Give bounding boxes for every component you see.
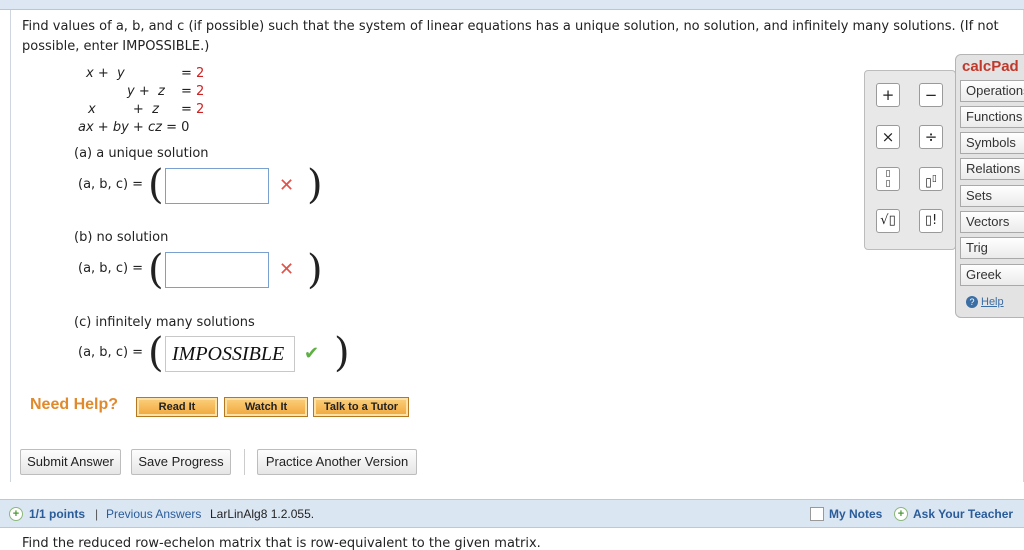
incorrect-x-icon: ✕ [279,175,295,196]
part-c-tuple-label: (a, b, c) = [78,345,144,360]
equation-4: ax + by + cz = 0 [78,120,190,135]
expand-plus-icon[interactable]: + [9,507,23,521]
submit-answer-button[interactable]: Submit Answer [20,449,121,475]
calcpad-tab-trig[interactable]: Trig [960,237,1024,259]
part-b-answer-input[interactable] [165,252,269,288]
read-it-button[interactable]: Read It [136,397,218,417]
incorrect-x-icon: ✕ [279,259,295,280]
correct-check-icon: ✔ [304,343,320,364]
part-c-open-paren: ( [148,330,164,376]
next-question-prompt: Find the reduced row-echelon matrix that… [22,536,541,550]
equation-1-rhs: = 2 [181,66,205,81]
sqrt-icon[interactable]: √▯ [876,209,900,233]
calcpad-help-label: Help [981,296,1004,308]
button-separator [244,449,245,475]
times-icon[interactable]: × [876,125,900,149]
question-prompt: Find values of a, b, and c (if possible)… [22,19,999,54]
part-a-close-paren: ) [307,162,323,208]
calcpad-tab-symbols[interactable]: Symbols [960,132,1024,154]
equation-2-rhs: = 2 [181,84,205,99]
calcpad-button-grid: + − × ÷ ▯ ▯ ▯▯ √▯ ▯! [864,70,956,250]
part-c-close-paren: ) [334,330,350,376]
calcpad-help-link[interactable]: ? Help [966,296,1004,308]
exponent-icon[interactable]: ▯▯ [919,167,943,191]
calcpad-tab-sets[interactable]: Sets [960,185,1024,207]
previous-answers-link[interactable]: Previous Answers [106,507,201,521]
next-question-bar: + 1/1 points | Previous Answers LarLinAl… [0,499,1024,528]
talk-to-tutor-button[interactable]: Talk to a Tutor [313,397,409,417]
part-b-tuple-label: (a, b, c) = [78,261,144,276]
watch-it-button[interactable]: Watch It [224,397,308,417]
notes-icon [810,507,824,521]
question-code: LarLinAlg8 1.2.055. [210,507,315,521]
part-c-label: (c) infinitely many solutions [74,315,255,330]
equation-2: y + z [127,84,165,99]
part-b-close-paren: ) [307,247,323,293]
ask-your-teacher-link[interactable]: Ask Your Teacher [913,507,1013,521]
calcpad-title: calcPad [962,58,1019,75]
minus-icon[interactable]: − [919,83,943,107]
points-label: 1/1 points [29,507,86,521]
part-a-answer-input[interactable] [165,168,269,204]
calcpad-tab-vectors[interactable]: Vectors [960,211,1024,233]
previous-question-bar [0,0,1024,10]
need-help-label: Need Help? [30,396,119,413]
factorial-icon[interactable]: ▯! [919,209,943,233]
calcpad-tab-operations[interactable]: Operations [960,80,1024,102]
bar-divider: | [95,507,99,521]
fraction-icon[interactable]: ▯ ▯ [876,167,900,191]
help-icon: ? [966,296,978,308]
equation-3-rhs: = 2 [181,102,205,117]
part-a-tuple-label: (a, b, c) = [78,177,144,192]
part-a-open-paren: ( [148,162,164,208]
part-b-label: (b) no solution [74,230,169,245]
part-b-open-paren: ( [148,247,164,293]
equation-1: x + y [86,66,125,81]
save-progress-button[interactable]: Save Progress [131,449,231,475]
calcpad-tab-greek[interactable]: Greek [960,264,1024,286]
part-c-answer-input[interactable]: IMPOSSIBLE [165,336,295,372]
equation-3: x + z [88,102,159,117]
part-a-label: (a) a unique solution [74,146,209,161]
calcpad-tab-relations[interactable]: Relations [960,158,1024,180]
my-notes-link[interactable]: My Notes [829,507,882,521]
calcpad-tab-functions[interactable]: Functions [960,106,1024,128]
ask-plus-icon: + [894,507,908,521]
divide-icon[interactable]: ÷ [919,125,943,149]
plus-icon[interactable]: + [876,83,900,107]
practice-another-version-button[interactable]: Practice Another Version [257,449,417,475]
